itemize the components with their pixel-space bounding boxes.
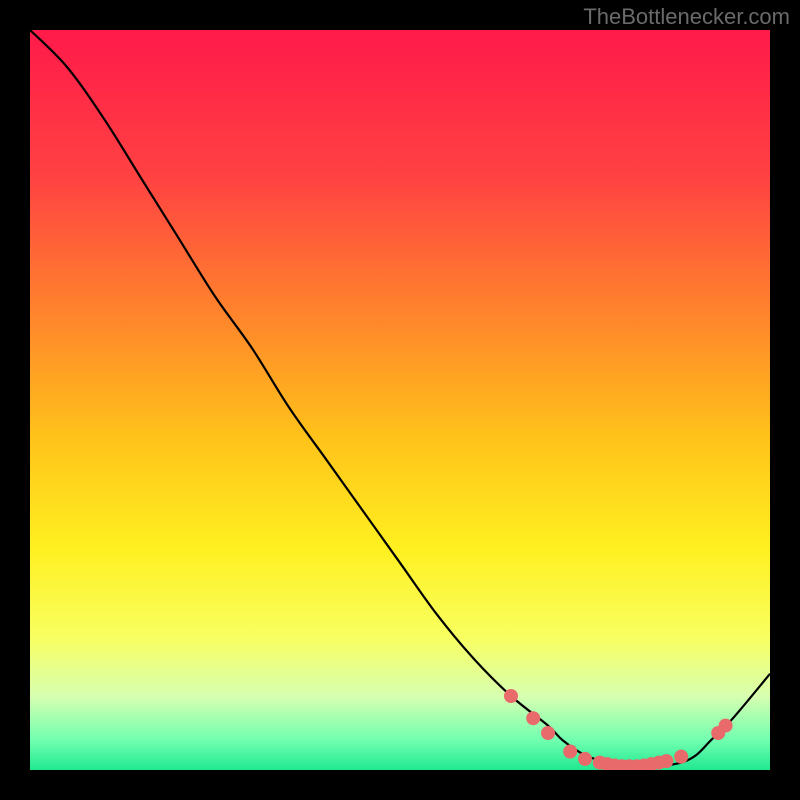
watermark-text: TheBottlenecker.com xyxy=(583,4,790,30)
data-marker xyxy=(504,689,518,703)
data-marker xyxy=(659,754,673,768)
data-marker xyxy=(526,711,540,725)
data-marker xyxy=(578,752,592,766)
data-marker xyxy=(541,726,555,740)
chart-container xyxy=(30,30,770,770)
data-marker xyxy=(674,750,688,764)
data-marker xyxy=(563,745,577,759)
data-markers xyxy=(30,30,770,770)
data-marker xyxy=(719,719,733,733)
